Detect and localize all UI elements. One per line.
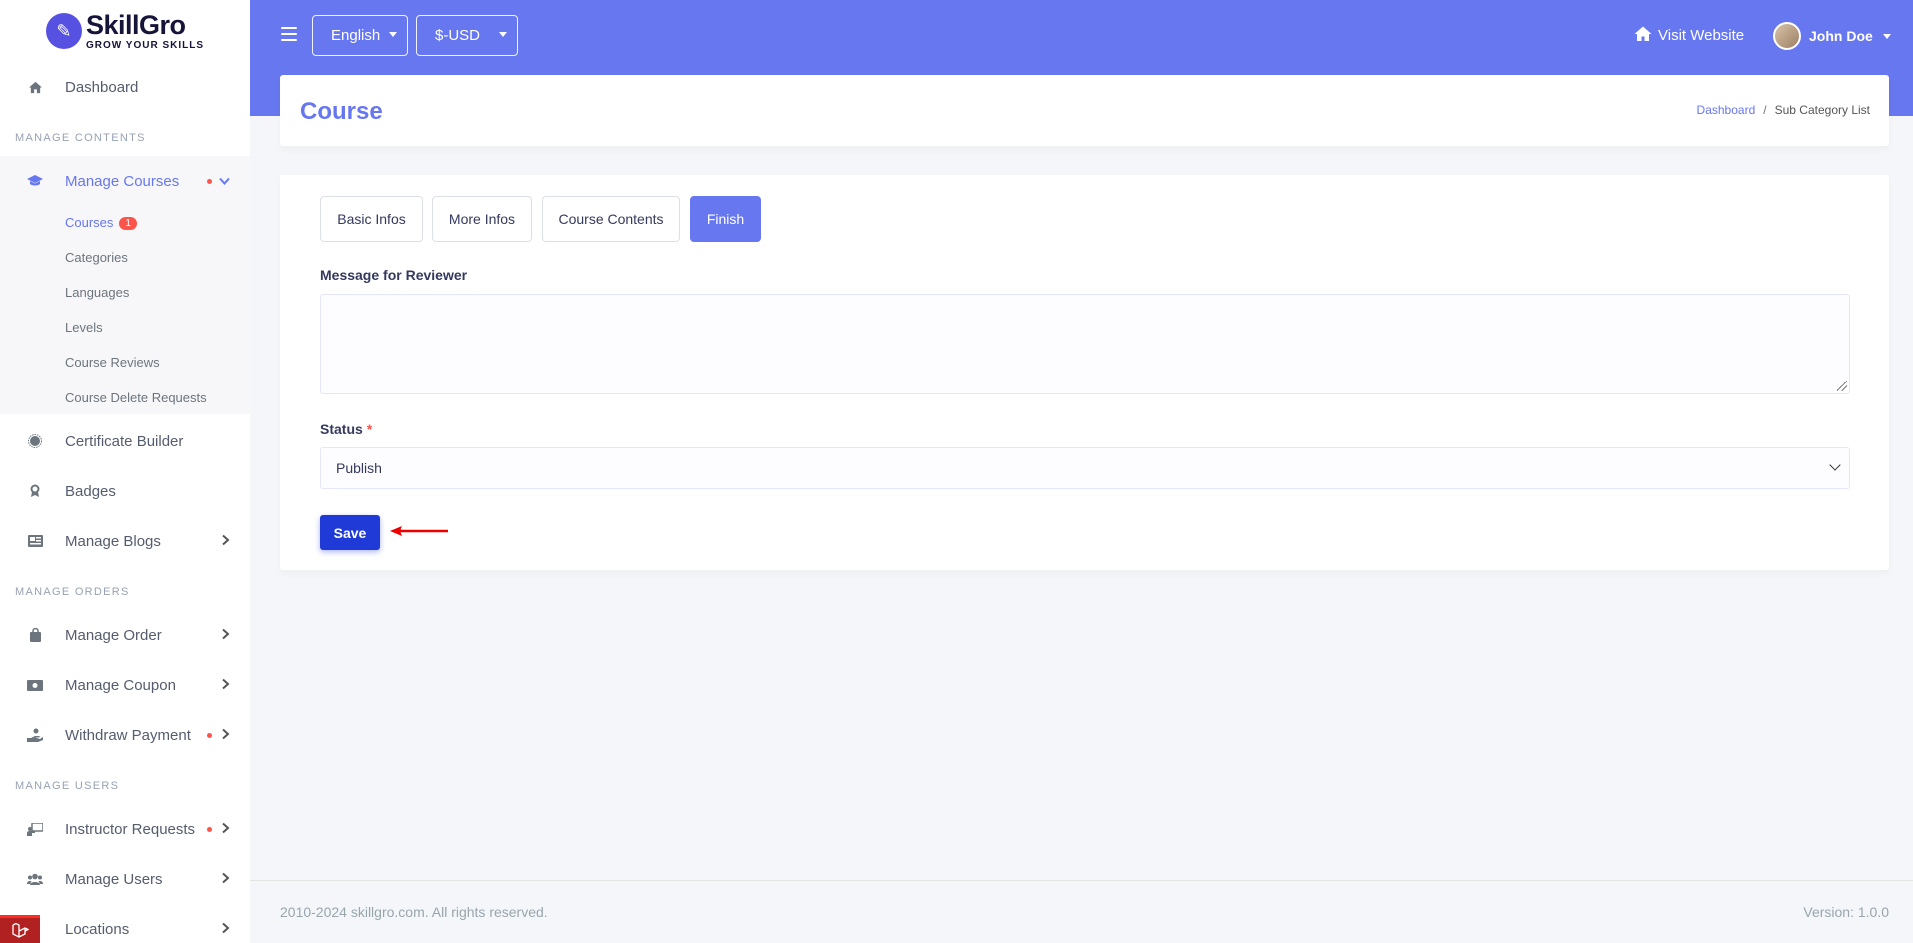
brand-logo-icon: ✎ <box>45 13 82 49</box>
chevron-right-icon <box>222 822 230 837</box>
tab-more-infos[interactable]: More Infos <box>432 196 532 242</box>
sidebar-item-label: Manage Coupon <box>65 676 176 694</box>
chevron-right-icon <box>222 728 230 743</box>
brand-tagline: GROW YOUR SKILLS <box>85 39 205 51</box>
sidebar: ✎ SkillGro GROW YOUR SKILLS Dashboard MA… <box>0 0 250 943</box>
brand-name: SkillGro <box>85 9 186 40</box>
currency-select-value: $-USD <box>435 27 481 44</box>
language-select-value: English <box>331 27 381 44</box>
sidebar-subitem-course-reviews[interactable]: Course Reviews <box>65 355 160 370</box>
sidebar-item-certificate-builder[interactable]: Certificate Builder <box>0 421 250 461</box>
currency-select[interactable]: $-USD <box>416 15 518 56</box>
sidebar-subitem-levels[interactable]: Levels <box>65 320 103 335</box>
notification-dot <box>207 733 212 738</box>
chalkboard-teacher-icon <box>27 821 43 837</box>
sidebar-item-instructor-requests[interactable]: Instructor Requests <box>0 809 250 849</box>
sidebar-subitem-languages[interactable]: Languages <box>65 285 129 300</box>
sidebar-item-label: Manage Users <box>65 870 163 888</box>
sidebar-item-manage-blogs[interactable]: Manage Blogs <box>0 521 250 561</box>
sidebar-subitem-label: Courses <box>65 215 114 230</box>
breadcrumb: Dashboard / Sub Category List <box>1697 103 1870 117</box>
sidebar-item-label: Locations <box>65 920 130 938</box>
sidebar-item-label: Withdraw Payment <box>65 726 191 744</box>
breadcrumb-separator: / <box>1763 103 1767 117</box>
message-for-reviewer-label: Message for Reviewer <box>320 267 468 283</box>
home-icon <box>1634 26 1652 45</box>
footer: 2010-2024 skillgro.com. All rights reser… <box>250 880 1913 943</box>
sidebar-item-label: Manage Blogs <box>65 532 161 550</box>
caret-down-icon <box>389 32 397 37</box>
chevron-right-icon <box>222 678 230 693</box>
laravel-debug-icon[interactable] <box>0 915 40 943</box>
money-bill-icon <box>27 677 43 693</box>
menu-header-contents: MANAGE CONTENTS <box>15 132 146 144</box>
award-icon <box>27 483 43 499</box>
status-label-text: Status <box>320 421 363 437</box>
user-name: John Doe <box>1809 28 1873 44</box>
sidebar-item-label: Certificate Builder <box>65 432 184 450</box>
status-select-value: Publish <box>336 460 382 476</box>
sidebar-item-manage-order[interactable]: Manage Order <box>0 615 250 655</box>
sidebar-item-label: Badges <box>65 482 116 500</box>
red-arrow-annotation-icon <box>390 526 448 536</box>
brand[interactable]: ✎ SkillGro GROW YOUR SKILLS <box>0 0 250 62</box>
breadcrumb-dashboard-link[interactable]: Dashboard <box>1697 103 1756 117</box>
section-header: Course Dashboard / Sub Category List <box>280 75 1889 146</box>
sidebar-item-label: Manage Courses <box>65 172 180 190</box>
sidebar-item-manage-users[interactable]: Manage Users <box>0 859 250 899</box>
sidebar-item-label: Manage Order <box>65 626 162 644</box>
users-icon <box>27 871 43 887</box>
sidebar-subitem-course-delete-requests[interactable]: Course Delete Requests <box>65 390 207 405</box>
shopping-bag-icon <box>27 627 43 643</box>
course-form-card: Basic Infos More Infos Course Contents F… <box>280 175 1889 570</box>
sidebar-item-badges[interactable]: Badges <box>0 471 250 511</box>
tab-finish[interactable]: Finish <box>690 196 761 242</box>
menu-header-users: MANAGE USERS <box>15 780 120 792</box>
home-icon <box>27 79 43 95</box>
courses-count-badge: 1 <box>119 217 137 230</box>
hand-holding-money-icon <box>27 727 43 743</box>
status-label: Status * <box>320 421 372 437</box>
sidebar-item-label: Dashboard <box>65 78 139 96</box>
caret-down-icon <box>499 32 507 37</box>
language-select[interactable]: English <box>312 15 408 56</box>
sidebar-item-manage-courses[interactable]: Manage Courses <box>0 161 250 201</box>
notification-dot <box>207 827 212 832</box>
resize-handle-icon[interactable] <box>1837 381 1847 391</box>
hamburger-menu-icon[interactable] <box>281 27 297 41</box>
sidebar-item-dashboard[interactable]: Dashboard <box>0 67 250 107</box>
sidebar-item-withdraw-payment[interactable]: Withdraw Payment <box>0 715 250 755</box>
chevron-right-icon <box>222 628 230 643</box>
chevron-right-icon <box>222 922 230 937</box>
sidebar-subitem-categories[interactable]: Categories <box>65 250 128 265</box>
chevron-right-icon <box>222 872 230 887</box>
tab-basic-infos[interactable]: Basic Infos <box>320 196 423 242</box>
user-menu[interactable]: John Doe <box>1773 22 1891 50</box>
sidebar-item-label: Instructor Requests <box>65 820 196 838</box>
menu-header-orders: MANAGE ORDERS <box>15 586 130 598</box>
tab-course-contents[interactable]: Course Contents <box>542 196 680 242</box>
visit-website-label: Visit Website <box>1658 27 1745 44</box>
caret-down-icon <box>1882 33 1891 39</box>
chevron-down-icon <box>219 174 230 189</box>
save-button[interactable]: Save <box>320 515 380 550</box>
sidebar-subitem-courses[interactable]: Courses 1 <box>65 215 137 230</box>
graduation-cap-icon <box>27 173 43 189</box>
message-for-reviewer-textarea[interactable] <box>320 294 1850 394</box>
newspaper-icon <box>27 533 43 549</box>
chevron-right-icon <box>222 534 230 549</box>
chevron-down-icon <box>1829 459 1841 471</box>
sidebar-item-manage-coupon[interactable]: Manage Coupon <box>0 665 250 705</box>
breadcrumb-current: Sub Category List <box>1774 103 1870 117</box>
certificate-icon <box>27 433 43 449</box>
notification-dot <box>207 179 212 184</box>
footer-version: Version: 1.0.0 <box>1803 904 1889 920</box>
visit-website-link[interactable]: Visit Website <box>1634 26 1744 45</box>
required-mark: * <box>366 421 373 437</box>
page-title: Course <box>300 98 383 125</box>
status-select[interactable]: Publish <box>320 447 1850 489</box>
footer-copyright: 2010-2024 skillgro.com. All rights reser… <box>280 904 548 920</box>
avatar <box>1773 22 1801 50</box>
